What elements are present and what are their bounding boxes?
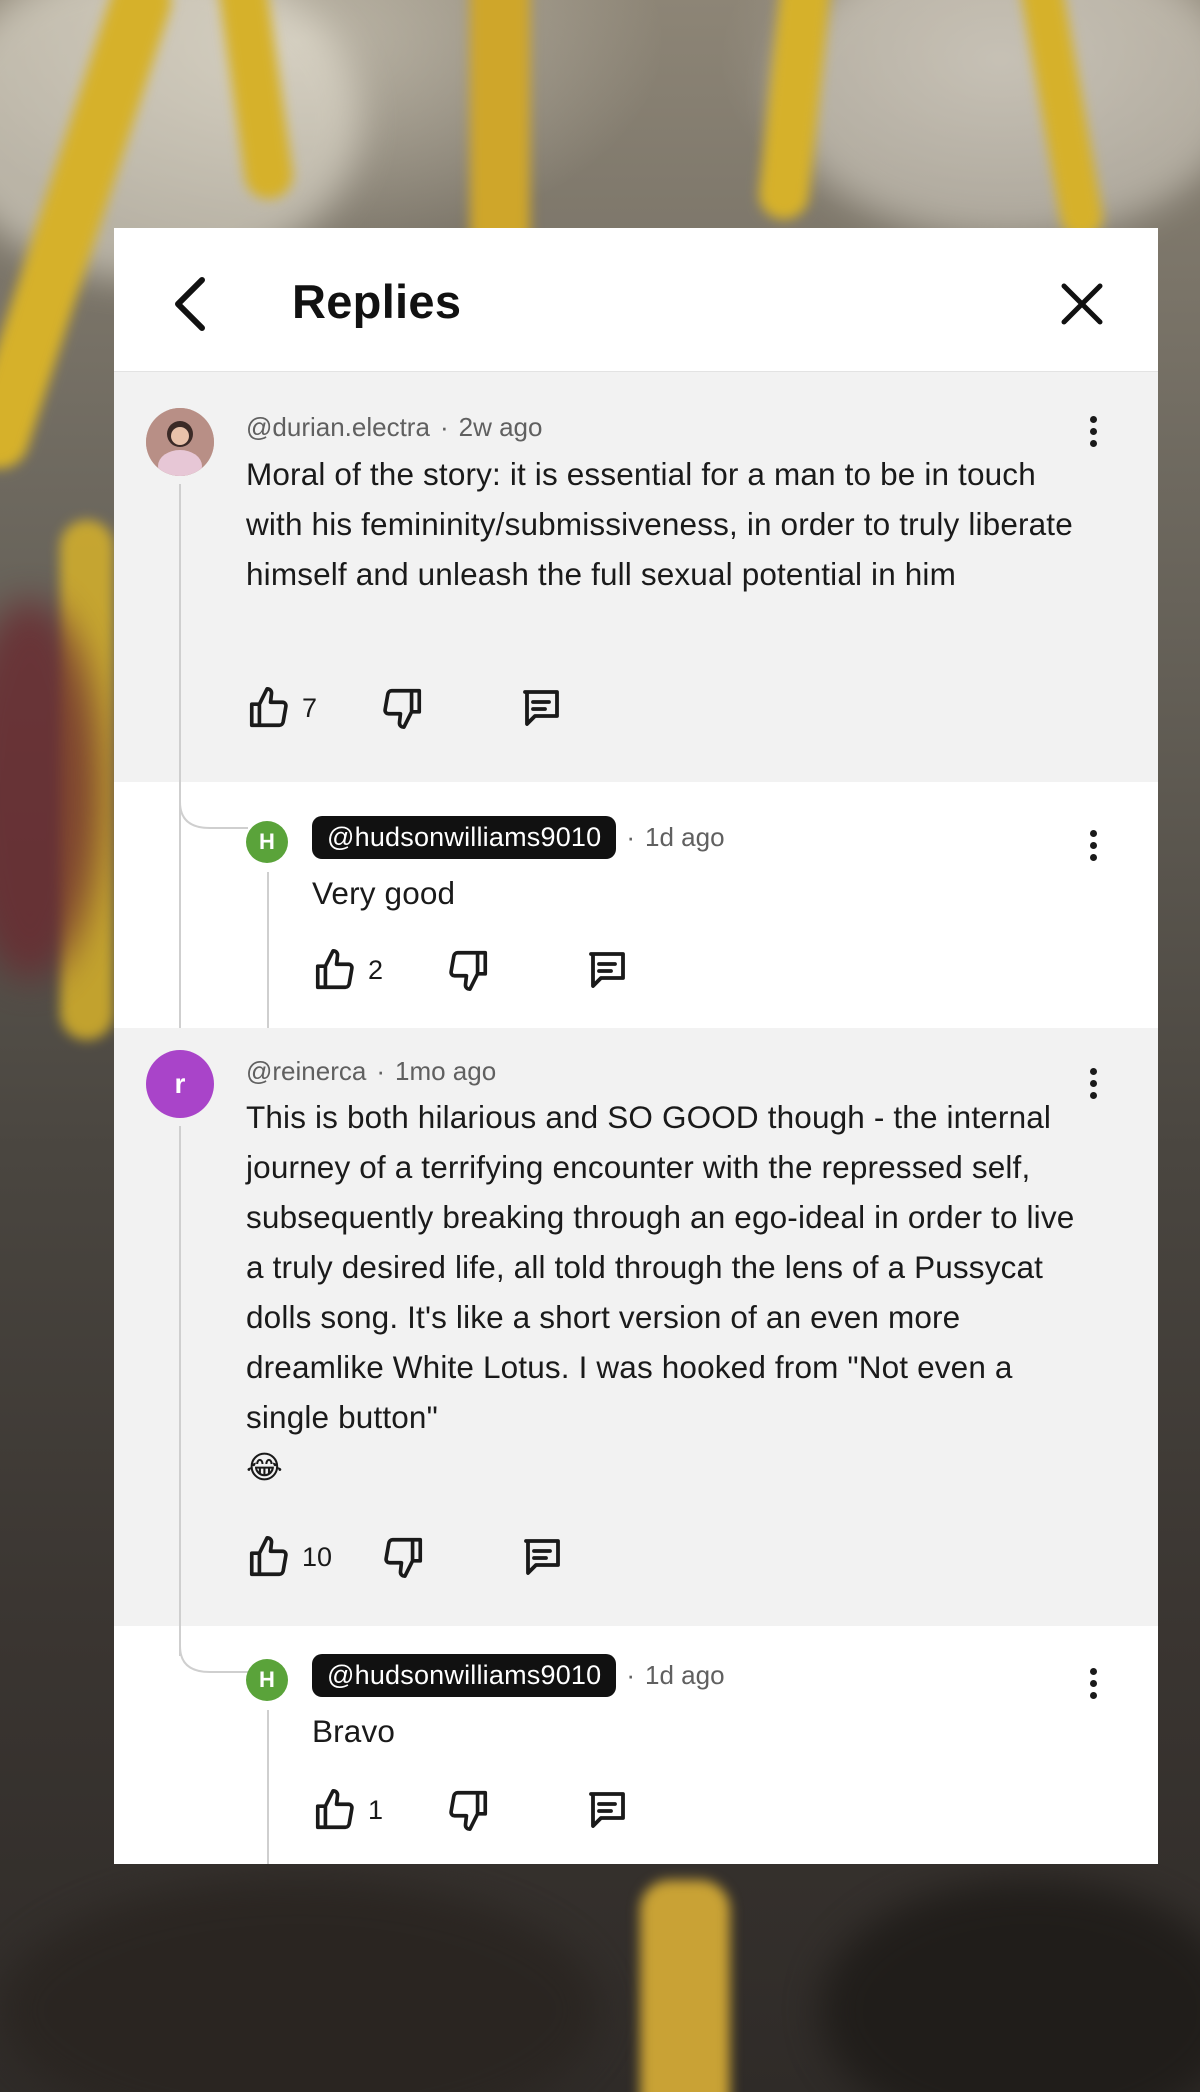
avatar-letter: H: [259, 1667, 275, 1692]
like-button[interactable]: 2: [312, 947, 383, 993]
reply-icon: [523, 690, 559, 726]
reply-item: H @hudsonwilliams9010 · 1d ago Very good…: [114, 782, 1158, 1028]
comment-time: 1d ago: [645, 822, 725, 852]
avatar-letter: r: [174, 1068, 186, 1099]
more-options-button[interactable]: [1086, 830, 1100, 870]
reply-icon: [524, 1539, 560, 1575]
comment-meta: @durian.electra · 2w ago: [246, 412, 542, 443]
comment-time: 2w ago: [458, 412, 543, 442]
laughing-emoji: 😂: [246, 1449, 283, 1485]
dislike-button[interactable]: [379, 685, 425, 731]
profile-photo-icon: [146, 408, 214, 476]
like-button[interactable]: 10: [246, 1534, 332, 1580]
comment-author[interactable]: @durian.electra: [246, 412, 430, 443]
thumbs-down-icon: [383, 688, 422, 729]
back-button[interactable]: [166, 274, 214, 334]
reply-button[interactable]: [583, 1786, 631, 1834]
comment-author[interactable]: @hudsonwilliams9010: [312, 816, 617, 859]
separator-dot: ·: [626, 822, 636, 852]
close-icon: [1061, 283, 1103, 325]
page-title: Replies: [292, 275, 462, 328]
comment-meta: @reinerca · 1mo ago: [246, 1056, 496, 1087]
comment-item: r @reinerca · 1mo ago This is both hilar…: [114, 1028, 1158, 1626]
thread-connector: [180, 782, 248, 829]
reply-icon: [589, 952, 625, 988]
thumbs-up-icon: [249, 687, 288, 728]
replies-header: Replies: [114, 228, 1158, 372]
like-count: 7: [302, 692, 318, 723]
comment-actions: 10: [246, 1533, 566, 1581]
like-count: 2: [368, 954, 384, 985]
like-button[interactable]: 7: [246, 685, 317, 731]
avatar[interactable]: r: [146, 1050, 214, 1118]
replies-panel: Replies @durian.electra · 2w ago Moral o…: [114, 228, 1158, 1864]
thumbs-down-icon: [384, 1537, 423, 1578]
comment-text: This is both hilarious and SO GOOD thoug…: [246, 1092, 1076, 1492]
back-icon: [175, 277, 205, 331]
separator-dot: ·: [626, 1660, 636, 1690]
comment-actions: 2: [312, 946, 631, 994]
more-options-button[interactable]: [1086, 1668, 1100, 1708]
dislike-button[interactable]: [445, 947, 491, 993]
comment-meta: @hudsonwilliams9010 · 1d ago: [312, 1654, 725, 1697]
reply-button[interactable]: [583, 946, 631, 994]
more-vert-icon: [1089, 416, 1097, 423]
comment-actions: 1: [312, 1786, 631, 1834]
thread-line: [179, 484, 181, 782]
avatar[interactable]: H: [246, 821, 288, 863]
comment-text: Very good: [312, 875, 456, 911]
like-count: 1: [368, 1794, 384, 1825]
more-vert-icon: [1089, 830, 1097, 837]
thread-line: [179, 1126, 181, 1626]
avatar[interactable]: [146, 408, 214, 476]
like-button[interactable]: 1: [312, 1787, 383, 1833]
reply-item: H @hudsonwilliams9010 · 1d ago Bravo 1: [114, 1626, 1158, 1864]
reply-button[interactable]: [518, 1533, 566, 1581]
thumbs-up-icon: [315, 949, 354, 990]
close-button[interactable]: [1058, 280, 1106, 328]
thread-line: [267, 1710, 269, 1864]
separator-dot: ·: [439, 412, 449, 442]
avatar[interactable]: H: [246, 1659, 288, 1701]
thumbs-down-icon: [449, 950, 488, 991]
comment-text: Bravo: [312, 1713, 396, 1749]
thread-connector: [180, 1626, 248, 1673]
more-options-button[interactable]: [1086, 416, 1100, 456]
thumbs-down-icon: [449, 1790, 488, 1831]
thumbs-up-icon: [315, 1789, 354, 1830]
dislike-button[interactable]: [380, 1534, 426, 1580]
comment-meta: @hudsonwilliams9010 · 1d ago: [312, 816, 725, 859]
comment-body: This is both hilarious and SO GOOD thoug…: [246, 1099, 1075, 1435]
comment-time: 1d ago: [645, 1660, 725, 1690]
comment-time: 1mo ago: [395, 1056, 497, 1086]
like-count: 10: [302, 1541, 333, 1572]
thumbs-up-icon: [249, 1536, 288, 1577]
more-options-button[interactable]: [1086, 1068, 1100, 1108]
dislike-button[interactable]: [445, 1787, 491, 1833]
comment-item: @durian.electra · 2w ago Moral of the st…: [114, 372, 1158, 782]
comment-text: Moral of the story: it is essential for …: [246, 456, 1073, 592]
separator-dot: ·: [376, 1056, 385, 1086]
comment-author[interactable]: @reinerca: [246, 1056, 366, 1087]
more-vert-icon: [1089, 1668, 1097, 1675]
more-vert-icon: [1089, 1068, 1097, 1075]
comment-author[interactable]: @hudsonwilliams9010: [312, 1654, 617, 1697]
comment-actions: 7: [246, 684, 565, 732]
thread-line: [267, 872, 269, 1028]
avatar-letter: H: [259, 829, 275, 854]
reply-icon: [589, 1792, 625, 1828]
reply-button[interactable]: [517, 684, 565, 732]
